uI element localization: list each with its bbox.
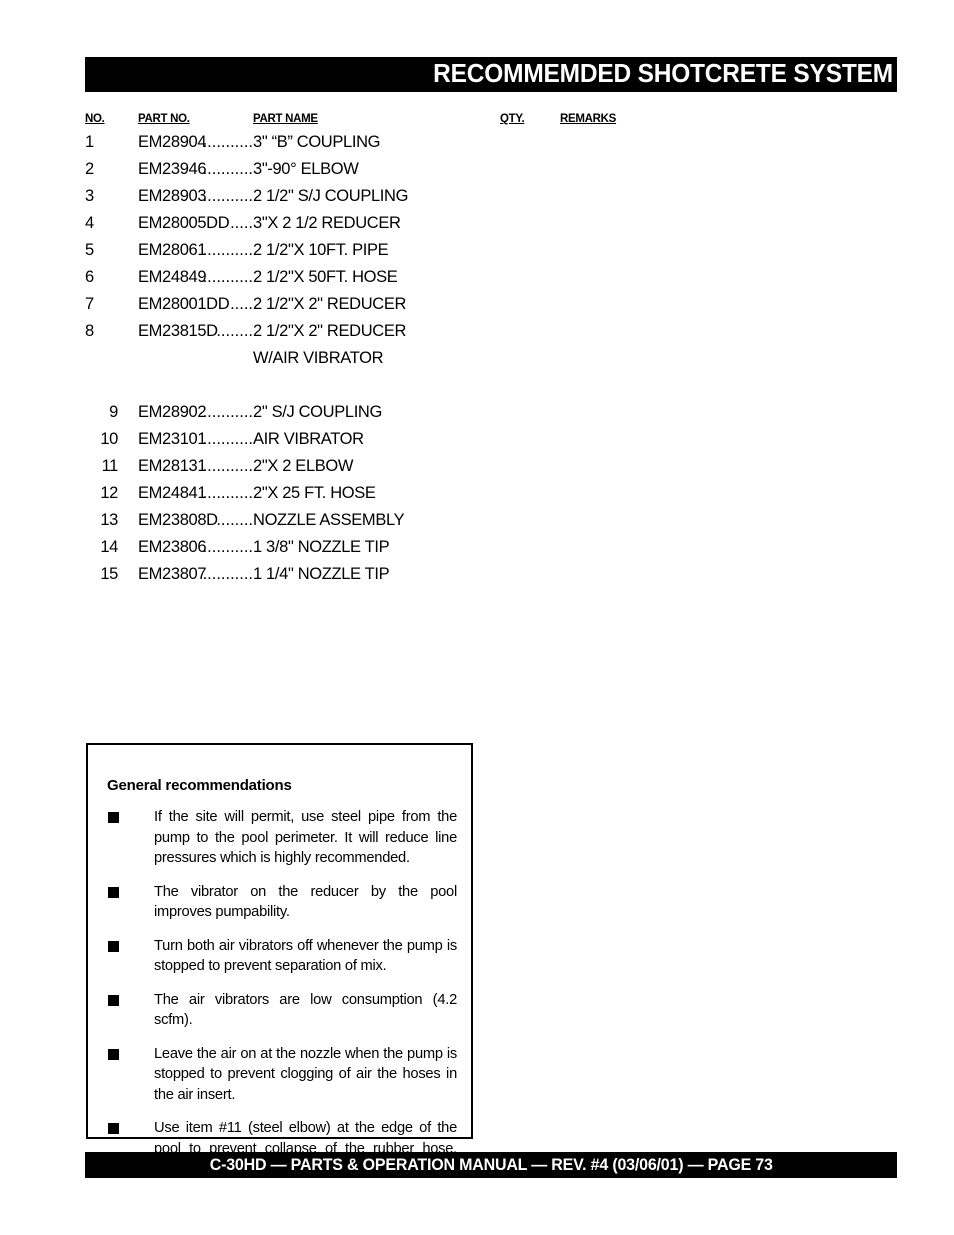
table-row: 15 EM23807........... 1 1/4" NOZZLE TIP bbox=[85, 565, 897, 592]
table-row: 13 EM23808D........ NOZZLE ASSEMBLY bbox=[85, 511, 897, 538]
table-row: 9 EM28902........... 2" S/J COUPLING bbox=[85, 403, 897, 430]
cell-part-name: 1 3/8" NOZZLE TIP bbox=[253, 538, 390, 556]
cell-part-name: 3"X 2 1/2 REDUCER bbox=[253, 214, 401, 232]
column-header-part-name: PART NAME bbox=[253, 113, 318, 125]
cell-item-number: 13 bbox=[100, 511, 118, 529]
cell-part-name: 1 1/4" NOZZLE TIP bbox=[253, 565, 390, 583]
cell-dot-leader: ........... bbox=[202, 565, 253, 583]
cell-item-number: 10 bbox=[100, 430, 118, 448]
square-bullet-icon bbox=[108, 1123, 119, 1134]
cell-part-name: 3" “B” COUPLING bbox=[253, 133, 381, 151]
cell-dot-leader: ........... bbox=[202, 133, 253, 151]
table-row: 7 EM28001DD..... 2 1/2"X 2" REDUCER bbox=[85, 295, 897, 322]
recommendation-item: If the site will permit, use steel pipe … bbox=[107, 807, 457, 869]
cell-dot-leader: ..... bbox=[230, 295, 253, 313]
recommendation-text: Turn both air vibrators off whenever the… bbox=[154, 937, 457, 975]
cell-dot-leader: ........... bbox=[202, 403, 253, 421]
cell-part-name: AIR VIBRATOR bbox=[253, 430, 364, 448]
cell-part-name: 2 1/2"X 10FT. PIPE bbox=[253, 241, 389, 259]
cell-part-name: NOZZLE ASSEMBLY bbox=[253, 511, 405, 529]
cell-dot-leader: ........... bbox=[202, 241, 253, 259]
cell-dot-leader: ........... bbox=[202, 268, 253, 286]
cell-item-number: 1 bbox=[85, 133, 94, 151]
cell-dot-leader: ........... bbox=[202, 457, 253, 475]
cell-item-number: 6 bbox=[85, 268, 94, 286]
table-row: 5 EM28061........... 2 1/2"X 10FT. PIPE bbox=[85, 241, 897, 268]
cell-part-name: 2 1/2" S/J COUPLING bbox=[253, 187, 409, 205]
cell-item-number: 7 bbox=[85, 295, 94, 313]
cell-item-number: 9 bbox=[109, 403, 118, 421]
cell-item-number: 11 bbox=[101, 457, 119, 475]
cell-part-name: 2 1/2"X 2" REDUCER bbox=[253, 295, 407, 313]
table-row: 2 EM23946........... 3"-90° ELBOW bbox=[85, 160, 897, 187]
footer-label: C-30HD — PARTS & OPERATION MANUAL — REV.… bbox=[209, 1155, 773, 1174]
cell-dot-leader: ........... bbox=[202, 430, 253, 448]
recommendation-text: The air vibrators are low consumption (4… bbox=[154, 991, 457, 1029]
cell-dot-leader: ........ bbox=[216, 511, 253, 529]
column-header-no: NO. bbox=[85, 113, 105, 125]
cell-dot-leader: ........... bbox=[202, 187, 253, 205]
cell-item-number: 14 bbox=[100, 538, 118, 556]
recommendation-text: If the site will permit, use steel pipe … bbox=[154, 809, 457, 866]
cell-item-number: 12 bbox=[100, 484, 118, 502]
square-bullet-icon bbox=[108, 1048, 119, 1060]
recommendation-item: Leave the air on at the nozzle when the … bbox=[107, 1044, 457, 1106]
cell-item-number: 4 bbox=[85, 214, 94, 232]
recommendation-item: The air vibrators are low consumption (4… bbox=[107, 990, 457, 1031]
page-footer-bar: C-30HD — PARTS & OPERATION MANUAL — REV.… bbox=[85, 1152, 897, 1178]
cell-dot-leader: ........... bbox=[202, 538, 253, 556]
recommendation-text: The vibrator on the reducer by the pool … bbox=[154, 883, 457, 921]
cell-dot-leader: ........... bbox=[202, 484, 253, 502]
square-bullet-icon bbox=[108, 812, 119, 823]
table-column-headers: NO. PART NO. PART NAME QTY. REMARKS bbox=[85, 113, 897, 130]
table-row: 10 EM23101........... AIR VIBRATOR bbox=[85, 430, 897, 457]
cell-part-name-continuation: W/AIR VIBRATOR bbox=[253, 349, 384, 367]
cell-part-name: 3"-90° ELBOW bbox=[253, 160, 359, 178]
recommendations-title: General recommendations bbox=[107, 777, 292, 794]
recommendations-list: If the site will permit, use steel pipe … bbox=[107, 807, 457, 1180]
cell-dot-leader: ..... bbox=[230, 214, 253, 232]
column-header-qty: QTY. bbox=[500, 113, 525, 125]
table-row-continuation: W/AIR VIBRATOR bbox=[85, 349, 897, 376]
cell-item-number: 2 bbox=[85, 160, 94, 178]
cell-part-name: 2"X 25 FT. HOSE bbox=[253, 484, 376, 502]
square-bullet-icon bbox=[108, 994, 119, 1006]
cell-dot-leader: ........ bbox=[216, 322, 253, 340]
table-row: 4 EM28005DD..... 3"X 2 1/2 REDUCER bbox=[85, 214, 897, 241]
table-row: 8 EM23815D........ 2 1/2"X 2" REDUCER bbox=[85, 322, 897, 349]
table-row: 6 EM24849........... 2 1/2"X 50FT. HOSE bbox=[85, 268, 897, 295]
page-header-bar: RECOMMEMDED SHOTCRETE SYSTEM bbox=[85, 57, 897, 92]
table-row: 14 EM23806........... 1 3/8" NOZZLE TIP bbox=[85, 538, 897, 565]
cell-item-number: 3 bbox=[85, 187, 94, 205]
recommendation-text: Leave the air on at the nozzle when the … bbox=[154, 1045, 457, 1103]
parts-list-table: NO. PART NO. PART NAME QTY. REMARKS 1 EM2… bbox=[85, 113, 897, 592]
square-bullet-icon bbox=[108, 940, 119, 952]
square-bullet-icon bbox=[108, 886, 119, 898]
cell-part-name: 2"X 2 ELBOW bbox=[253, 457, 354, 475]
table-body: 1 EM28904........... 3" “B” COUPLING 2 EM239… bbox=[85, 133, 897, 592]
cell-part-name: 2" S/J COUPLING bbox=[253, 403, 382, 421]
page-title: RECOMMEMDED SHOTCRETE SYSTEM bbox=[433, 59, 893, 88]
table-row: 3 EM28903........... 2 1/2" S/J COUPLING bbox=[85, 187, 897, 214]
column-header-remarks: REMARKS bbox=[560, 113, 617, 125]
general-recommendations-box: General recommendations If the site will… bbox=[86, 743, 473, 1177]
table-row: 1 EM28904........... 3" “B” COUPLING bbox=[85, 133, 897, 160]
recommendation-item: Turn both air vibrators off whenever the… bbox=[107, 936, 457, 977]
table-row: 12 EM24841........... 2"X 25 FT. HOSE bbox=[85, 484, 897, 511]
cell-item-number: 8 bbox=[85, 322, 94, 340]
table-row-spacer bbox=[85, 376, 897, 403]
cell-part-name: 2 1/2"X 50FT. HOSE bbox=[253, 268, 398, 286]
cell-part-name: 2 1/2"X 2" REDUCER bbox=[253, 322, 407, 340]
table-row: 11 EM28131........... 2"X 2 ELBOW bbox=[85, 457, 897, 484]
recommendation-item: The vibrator on the reducer by the pool … bbox=[107, 882, 457, 923]
cell-item-number: 15 bbox=[100, 565, 118, 583]
cell-item-number: 5 bbox=[85, 241, 94, 259]
column-header-part-no: PART NO. bbox=[138, 113, 190, 125]
cell-dot-leader: ........... bbox=[202, 160, 253, 178]
